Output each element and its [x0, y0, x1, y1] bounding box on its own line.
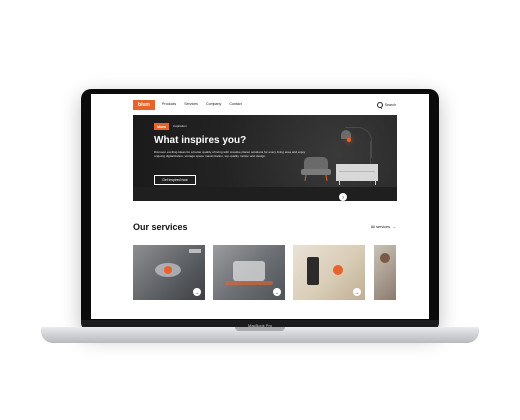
service-card[interactable]: →: [213, 245, 285, 300]
arrow-right-icon: →: [274, 289, 280, 295]
services-heading: Our services: [133, 222, 188, 232]
nav-products[interactable]: Products: [162, 102, 176, 106]
card-arrow-button[interactable]: →: [193, 288, 201, 296]
card-illustration: [233, 261, 265, 281]
arrow-right-icon: →: [354, 289, 360, 295]
search-label: Search: [384, 103, 396, 107]
card-arrow-button[interactable]: →: [273, 288, 281, 296]
card-arrow-button[interactable]: →: [353, 288, 361, 296]
all-services-label: All services: [370, 224, 390, 229]
arrow-right-icon: →: [194, 289, 200, 295]
hero-badge-logo: blum: [154, 123, 169, 130]
sideboard: [336, 164, 378, 181]
search-button[interactable]: Search: [376, 102, 396, 108]
hero-banner: blum inspiration What inspires you? Disc…: [133, 115, 397, 201]
service-card[interactable]: →: [293, 245, 365, 300]
sideboard-leg: [339, 181, 340, 185]
card-illustration: [164, 266, 172, 274]
service-card[interactable]: →: [133, 245, 205, 300]
laptop-screen: blum Products Services Company Contact S…: [91, 94, 429, 319]
card-illustration: [225, 281, 273, 285]
hero-badge-caption: inspiration: [173, 124, 187, 128]
card-illustration: [380, 253, 390, 263]
card-illustration: [307, 257, 319, 285]
laptop-notch: [235, 327, 285, 331]
card-tag: [189, 249, 201, 253]
site-logo[interactable]: blum: [133, 100, 155, 110]
sideboard-leg: [375, 181, 376, 185]
nav-company[interactable]: Company: [206, 102, 221, 106]
card-illustration: [333, 265, 343, 275]
sideboard-drawer-line: [339, 171, 375, 172]
laptop-mockup: MacBook Pro blum Products Services Compa…: [0, 0, 520, 420]
hero-title: What inspires you?: [154, 135, 247, 146]
arrow-right-icon: →: [392, 224, 396, 229]
site-navbar: blum Products Services Company Contact S…: [91, 94, 429, 116]
all-services-link[interactable]: All services →: [371, 224, 396, 229]
service-card[interactable]: [374, 245, 396, 300]
nav-links: Products Services Company Contact: [162, 102, 242, 106]
search-icon: [376, 102, 383, 108]
floor-lamp-light: [347, 138, 351, 142]
hero-floor: [133, 187, 397, 201]
help-button[interactable]: ?: [339, 193, 347, 201]
get-inspired-button[interactable]: Get inspired now: [154, 175, 196, 185]
nav-contact[interactable]: Contact: [229, 102, 241, 106]
nav-services[interactable]: Services: [184, 102, 198, 106]
hero-description: Discover exciting ideas for a better qua…: [154, 150, 306, 158]
